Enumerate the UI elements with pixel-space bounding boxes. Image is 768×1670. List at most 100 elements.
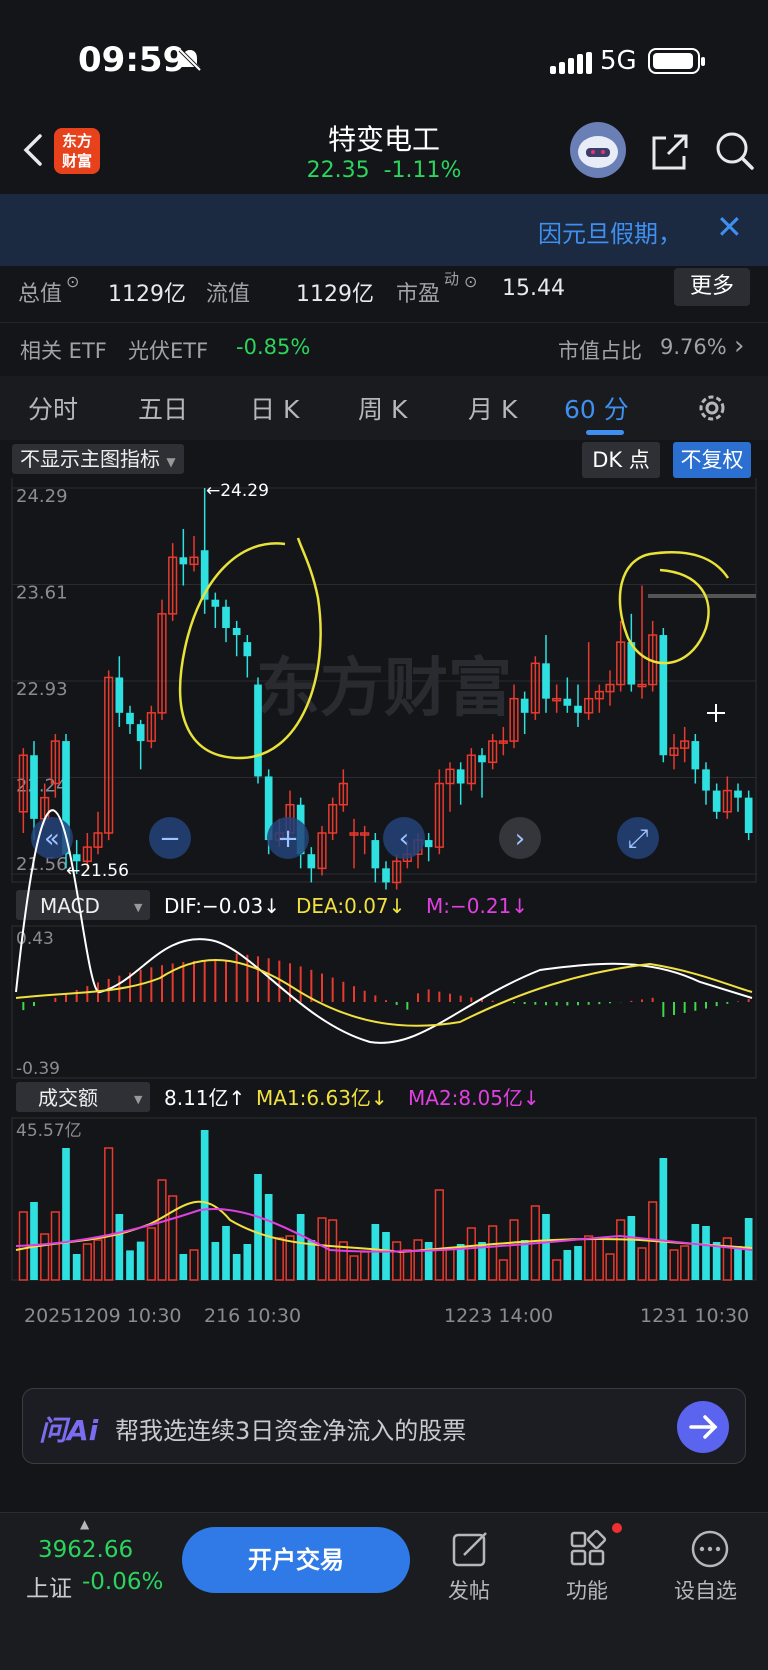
- total-value-label: 总值: [18, 282, 63, 307]
- indicator-select-label: 不显示主图指标: [20, 447, 160, 471]
- pe-sup: 动: [444, 270, 460, 288]
- etf-name: 光伏ETF: [128, 339, 209, 363]
- candle-body: [456, 769, 465, 784]
- notice-text[interactable]: 因元旦假期，: [538, 214, 682, 249]
- compose-icon[interactable]: [450, 1529, 490, 1569]
- volume-bar: [222, 1226, 230, 1280]
- expand-up-icon[interactable]: ▲: [80, 1517, 89, 1531]
- candle-body: [222, 606, 230, 628]
- grid-apps-icon[interactable]: [568, 1529, 608, 1569]
- post-label[interactable]: 发帖: [448, 1575, 490, 1605]
- volume-bar: [50, 1211, 60, 1281]
- candle-body: [702, 769, 710, 791]
- x-axis-label: 1231 10:30: [640, 1305, 749, 1327]
- volume-bar: [466, 1227, 476, 1281]
- volume-bar: [82, 1243, 92, 1281]
- volume-bar: [72, 1254, 81, 1280]
- more-dots-icon[interactable]: [690, 1529, 730, 1569]
- battery-icon: [648, 48, 705, 74]
- volume-select-label: 成交额: [38, 1086, 98, 1110]
- candle-body: [478, 755, 486, 763]
- scroll-left-icon: ‹: [399, 824, 409, 854]
- tab-week-k[interactable]: 周 K: [358, 390, 407, 426]
- candle-body: [211, 599, 220, 607]
- tab-60min[interactable]: 60 分: [564, 390, 629, 426]
- volume-bar: [115, 1214, 124, 1280]
- open-account-trade-button[interactable]: 开户交易: [182, 1527, 410, 1593]
- function-label[interactable]: 功能: [566, 1575, 608, 1605]
- close-icon[interactable]: ✕: [716, 208, 743, 246]
- candle-body: [382, 868, 390, 883]
- no-adjust-button[interactable]: 不复权: [673, 442, 751, 478]
- index-change[interactable]: -0.06%: [82, 1569, 163, 1595]
- volume-bar: [702, 1226, 710, 1280]
- kline-chart[interactable]: 东方财富 24.2923.6122.9322.2421.56 ←24.29←21…: [0, 478, 768, 1348]
- ai-prompt[interactable]: 帮我选连续3日资金净流入的股票: [115, 1411, 466, 1446]
- volume-bar: [157, 1179, 167, 1281]
- indicator-select[interactable]: 不显示主图指标 ▼: [12, 444, 184, 474]
- zoom-in-icon: +: [277, 824, 299, 854]
- stock-change: -1.11%: [383, 158, 462, 183]
- tab-day-k[interactable]: 日 K: [250, 390, 299, 426]
- volume-bar: [520, 1240, 529, 1280]
- gear-icon[interactable]: [694, 390, 730, 426]
- candle-body: [691, 741, 700, 770]
- market-share-value: 9.76%: [660, 335, 727, 359]
- tab-month-k[interactable]: 月 K: [468, 390, 517, 426]
- stock-header: 东方财富 特变电工 22.35 -1.11%: [0, 110, 768, 194]
- annotation-circle: [618, 551, 730, 665]
- volume-bar: [542, 1214, 550, 1280]
- pe-value: 15.44: [502, 276, 565, 301]
- candle-body: [30, 755, 38, 819]
- etf-row[interactable]: 相关 ETF 光伏ETF -0.85% 市值占比 9.76% ›: [0, 322, 768, 376]
- volume-bar: [104, 1147, 114, 1281]
- volume-ma1: MA1:6.63亿↓: [256, 1086, 388, 1110]
- scroll-right-icon: ›: [515, 824, 525, 854]
- dk-point-button[interactable]: DK 点: [582, 442, 660, 478]
- index-value[interactable]: 3962.66: [38, 1537, 133, 1563]
- dropdown-icon: ▼: [134, 1093, 143, 1106]
- volume-bar: [445, 1247, 455, 1281]
- status-bar: 09:59 5G: [0, 0, 768, 120]
- zoom-out-icon: −: [159, 824, 181, 854]
- add-watchlist-label[interactable]: 设自选: [674, 1575, 737, 1605]
- more-button[interactable]: 更多: [674, 268, 750, 306]
- volume-bar: [498, 1259, 508, 1281]
- volume-bar: [307, 1240, 316, 1280]
- price-axis-label: 24.29: [16, 486, 68, 507]
- etf-change: -0.85%: [236, 335, 311, 359]
- volume-bar: [274, 1237, 284, 1281]
- candle-body: [574, 705, 582, 713]
- info-icon[interactable]: ⊙: [464, 272, 477, 291]
- signal-icon: [550, 52, 592, 74]
- bottom-bar: ▲ 3962.66 上证 -0.06% 开户交易 发帖 功能 设自选: [0, 1512, 768, 1670]
- candle-body: [563, 698, 572, 706]
- candle-body: [371, 840, 380, 869]
- volume-value: 8.11亿↑: [164, 1086, 245, 1110]
- macd-axis-bottom: -0.39: [16, 1059, 60, 1079]
- volume-bar: [691, 1224, 700, 1280]
- volume-bar: [30, 1202, 38, 1280]
- x-axis-label: 1223 14:00: [444, 1305, 553, 1327]
- volume-bar: [659, 1158, 668, 1280]
- volume-bar: [680, 1245, 690, 1281]
- tab-wuri[interactable]: 五日: [138, 390, 188, 426]
- candle-body: [115, 677, 124, 713]
- search-icon[interactable]: [714, 130, 756, 172]
- dropdown-icon: ▼: [134, 901, 143, 914]
- volume-bar: [637, 1247, 647, 1281]
- network-type: 5G: [600, 46, 637, 76]
- tab-fenshi[interactable]: 分时: [28, 390, 78, 426]
- arrow-right-icon[interactable]: [677, 1401, 729, 1453]
- index-name[interactable]: 上证: [26, 1569, 72, 1603]
- total-value: 1129亿: [108, 282, 186, 307]
- volume-bar: [146, 1227, 156, 1281]
- x-axis-label: 216 10:30: [204, 1305, 301, 1327]
- volume-bar: [594, 1237, 604, 1281]
- volume-bar: [136, 1241, 145, 1280]
- share-icon[interactable]: [650, 132, 690, 172]
- period-tabs: 分时 五日 日 K 周 K 月 K 60 分: [0, 376, 768, 440]
- ai-query-bar[interactable]: 问Ai 帮我选连续3日资金净流入的股票: [22, 1388, 746, 1464]
- info-icon[interactable]: ⊙: [66, 272, 79, 291]
- assistant-robot-icon[interactable]: [570, 122, 626, 178]
